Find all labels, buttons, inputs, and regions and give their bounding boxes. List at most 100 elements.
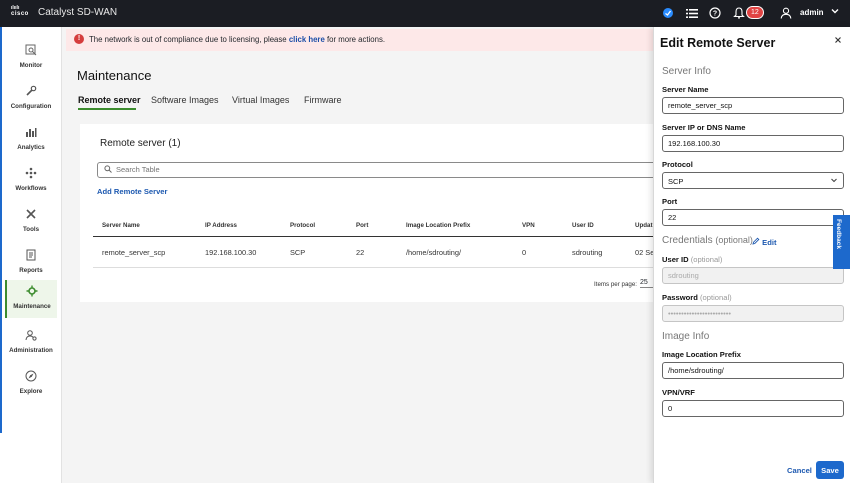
- workflows-icon: [24, 167, 38, 181]
- help-icon[interactable]: ?: [708, 6, 722, 20]
- sidebar-item-tools[interactable]: Tools: [5, 203, 57, 241]
- sidebar-accent: [0, 27, 2, 433]
- alert-suffix: for more actions.: [326, 35, 386, 44]
- password-optional: (optional): [700, 293, 732, 302]
- server-ip-field[interactable]: [662, 135, 844, 152]
- column-header[interactable]: Image Location Prefix: [406, 222, 470, 229]
- column-header[interactable]: Protocol: [290, 222, 315, 229]
- sidebar-item-administration[interactable]: Administration: [5, 324, 57, 362]
- image-info-heading: Image Info: [662, 331, 710, 342]
- monitor-icon: [24, 44, 38, 58]
- explore-icon: [24, 370, 38, 384]
- tab-firmware[interactable]: Firmware: [304, 95, 342, 105]
- column-header[interactable]: User ID: [572, 222, 594, 229]
- top-bar: ılıılı cisco Catalyst SD-WAN ? 12 admin: [0, 0, 850, 27]
- tab-software-images[interactable]: Software Images: [151, 95, 219, 105]
- sidebar-item-label: Tools: [22, 226, 40, 233]
- table-cell: 0: [522, 248, 527, 257]
- card-title: Remote server (1): [100, 138, 181, 149]
- pencil-icon: [752, 237, 762, 247]
- column-header[interactable]: IP Address: [205, 222, 237, 229]
- search-box: [97, 162, 657, 178]
- sidebar-item-label: Analytics: [17, 144, 45, 151]
- sidebar-item-reports[interactable]: Reports: [5, 244, 57, 282]
- image-location-prefix-field[interactable]: [662, 362, 844, 379]
- server-name-field[interactable]: [662, 97, 844, 114]
- user-icon[interactable]: [779, 6, 793, 20]
- analytics-icon: [24, 126, 38, 140]
- credentials-optional: (optional): [715, 235, 753, 245]
- search-icon: [104, 165, 112, 175]
- port-label: Port: [662, 197, 678, 206]
- column-header[interactable]: Server Name: [102, 222, 140, 229]
- table-cell: sdrouting: [572, 248, 603, 257]
- sidebar-item-explore[interactable]: Explore: [5, 365, 57, 403]
- close-icon[interactable]: [834, 36, 842, 46]
- sidebar-item-label: Configuration: [10, 103, 52, 110]
- credentials-edit-link[interactable]: Edit: [752, 237, 776, 247]
- sidebar-item-monitor[interactable]: Monitor: [5, 39, 57, 77]
- cancel-button[interactable]: Cancel: [787, 466, 812, 475]
- administration-icon: [24, 329, 38, 343]
- maintenance-icon: [25, 285, 39, 299]
- credentials-title: Credentials: [662, 235, 713, 246]
- server-ip-label: Server IP or DNS Name: [662, 123, 746, 132]
- sidebar-item-label: Administration: [9, 347, 53, 354]
- header-divider: [93, 236, 656, 237]
- credentials-heading: Credentials (optional): [662, 235, 753, 246]
- user-id-field[interactable]: [662, 267, 844, 284]
- port-field[interactable]: [662, 209, 844, 226]
- tab-virtual-images[interactable]: Virtual Images: [232, 95, 289, 105]
- sparkle-icon[interactable]: [661, 6, 675, 20]
- password-label-text: Password: [662, 293, 698, 302]
- table-cell: /home/sdrouting/: [406, 248, 462, 257]
- user-name[interactable]: admin: [800, 8, 824, 17]
- user-id-optional: (optional): [690, 255, 723, 264]
- license-alert: ! The network is out of compliance due t…: [66, 29, 654, 51]
- sidebar-item-analytics[interactable]: Analytics: [5, 121, 57, 159]
- prefix-label: Image Location Prefix: [662, 350, 741, 359]
- password-field[interactable]: [662, 305, 844, 322]
- column-header[interactable]: Port: [356, 222, 368, 229]
- protocol-label: Protocol: [662, 160, 693, 169]
- sidebar-item-label: Monitor: [19, 62, 43, 69]
- user-id-label-text: User ID: [662, 255, 689, 264]
- sidebar-item-maintenance[interactable]: Maintenance: [5, 280, 57, 318]
- row-divider: [93, 267, 656, 268]
- table-cell: 22: [356, 248, 365, 257]
- svg-text:?: ?: [713, 11, 717, 18]
- protocol-select[interactable]: SCP: [662, 172, 844, 189]
- column-header[interactable]: Updat: [635, 222, 653, 229]
- reports-icon: [24, 249, 38, 263]
- save-button[interactable]: Save: [816, 461, 844, 479]
- column-header[interactable]: VPN: [522, 222, 535, 229]
- protocol-value: SCP: [668, 177, 684, 186]
- configuration-icon: [24, 85, 38, 99]
- app-title: Catalyst SD-WAN: [38, 7, 118, 18]
- feedback-tab[interactable]: Feedback: [833, 215, 850, 269]
- table-cell: 02 Se: [635, 248, 655, 257]
- vpn-vrf-field[interactable]: [662, 400, 844, 417]
- table-cell: SCP: [290, 248, 306, 257]
- notification-badge[interactable]: 12: [746, 6, 764, 19]
- sidebar: Monitor Configuration Analytics Workflow…: [0, 27, 62, 483]
- sidebar-item-workflows[interactable]: Workflows: [5, 162, 57, 200]
- alert-text: The network is out of compliance due to …: [89, 35, 287, 44]
- alert-link[interactable]: click here: [289, 35, 325, 44]
- error-icon: !: [74, 34, 84, 44]
- items-per-page-label: Items per page:: [594, 281, 637, 288]
- sidebar-item-label: Reports: [19, 267, 43, 274]
- search-input[interactable]: [116, 165, 516, 174]
- edit-label: Edit: [762, 238, 777, 247]
- tools-icon: [24, 208, 38, 222]
- add-remote-server-link[interactable]: Add Remote Server: [97, 187, 167, 196]
- remote-server-card: Remote server (1) Add Remote Server Serv…: [80, 124, 657, 302]
- task-list-icon[interactable]: [685, 6, 699, 20]
- chevron-down-icon: [830, 176, 838, 186]
- cisco-logo[interactable]: ılıılı cisco: [11, 6, 29, 18]
- sidebar-item-configuration[interactable]: Configuration: [5, 80, 57, 118]
- user-id-label: User ID (optional): [662, 255, 722, 264]
- bell-icon[interactable]: [732, 6, 746, 20]
- tab-remote-server[interactable]: Remote server: [78, 95, 141, 105]
- chevron-down-icon[interactable]: [830, 6, 840, 19]
